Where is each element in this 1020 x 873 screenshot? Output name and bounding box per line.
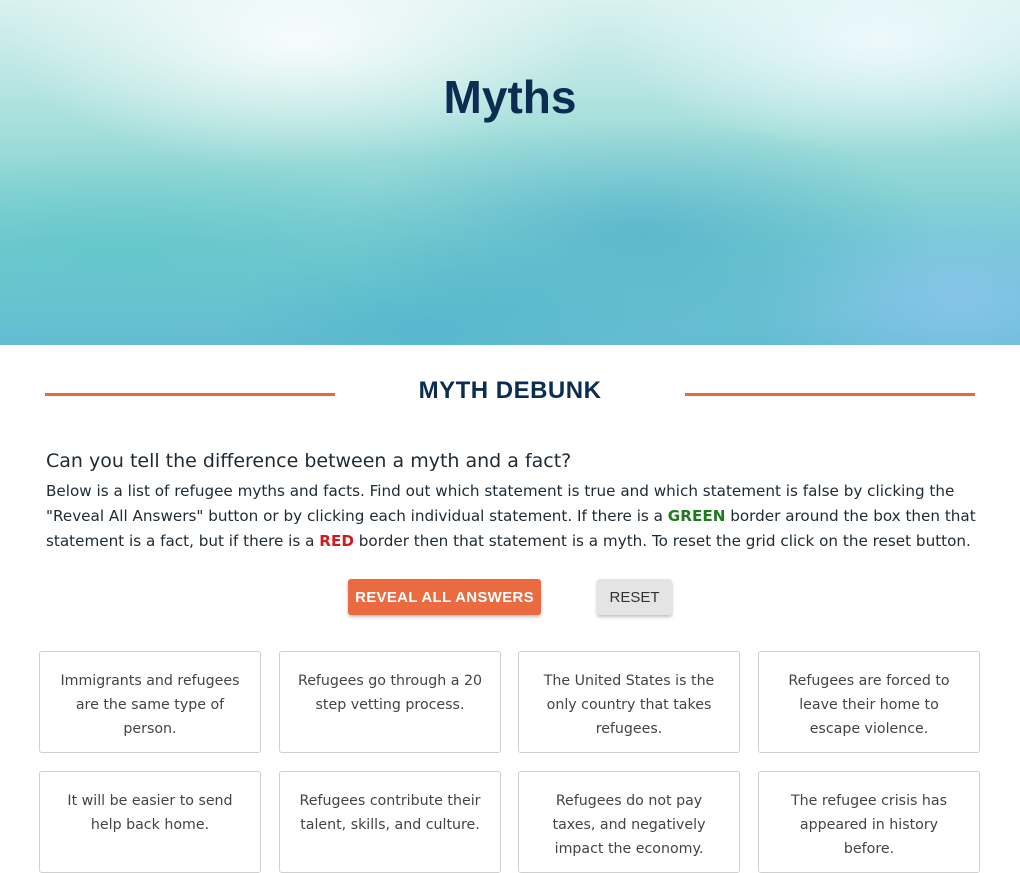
statement-card[interactable]: Refugees contribute their talent, skills…: [279, 771, 501, 873]
statement-card[interactable]: The refugee crisis has appeared in histo…: [758, 771, 980, 873]
instructions-part-3: border then that statement is a myth. To…: [353, 532, 971, 550]
intro-question: Can you tell the difference between a my…: [46, 450, 572, 472]
instructions-text: Below is a list of refugee myths and fac…: [46, 479, 981, 554]
statement-card[interactable]: The United States is the only country th…: [518, 651, 740, 753]
divider-left: [45, 393, 335, 396]
statement-card[interactable]: Refugees go through a 20 step vetting pr…: [279, 651, 501, 753]
statement-card[interactable]: Refugees are forced to leave their home …: [758, 651, 980, 753]
divider-right: [685, 393, 975, 396]
red-keyword: RED: [319, 532, 354, 550]
green-keyword: GREEN: [667, 507, 726, 525]
statement-card[interactable]: It will be easier to send help back home…: [39, 771, 261, 873]
statement-card[interactable]: Immigrants and refugees are the same typ…: [39, 651, 261, 753]
statement-card[interactable]: Refugees do not pay taxes, and negativel…: [518, 771, 740, 873]
hero-banner: Myths: [0, 0, 1020, 345]
section-header: MYTH DEBUNK: [0, 375, 1020, 415]
reveal-all-answers-button[interactable]: REVEAL ALL ANSWERS: [348, 579, 541, 615]
page-title: Myths: [443, 71, 577, 123]
section-title: MYTH DEBUNK: [418, 377, 602, 404]
reset-button[interactable]: RESET: [597, 579, 672, 615]
